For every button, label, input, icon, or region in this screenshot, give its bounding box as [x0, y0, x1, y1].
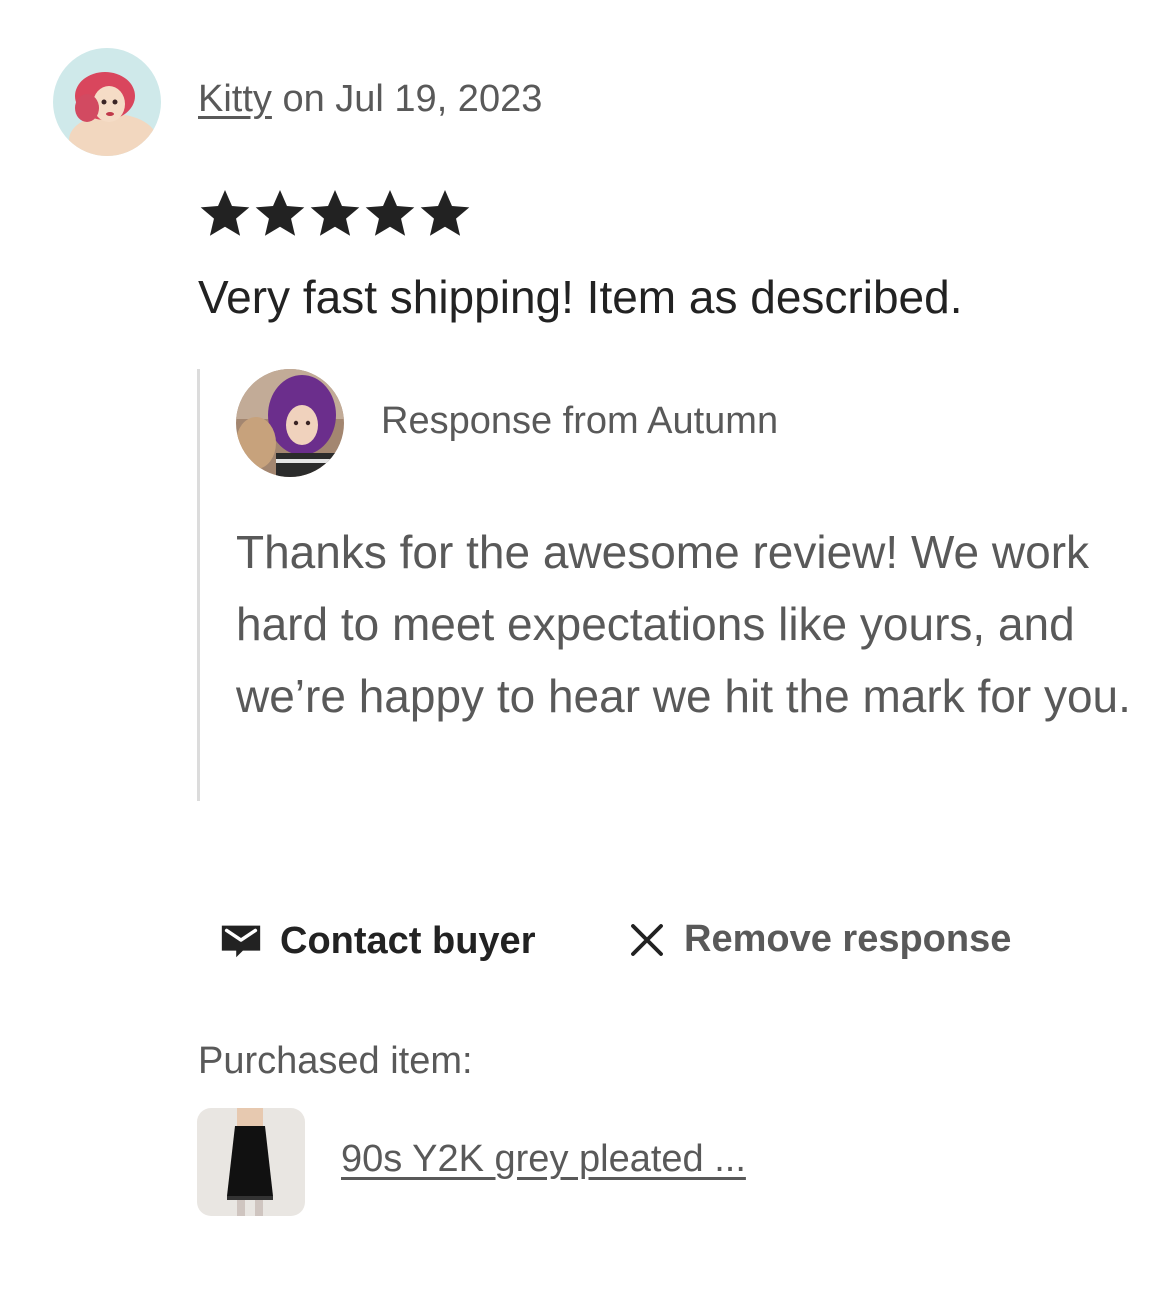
reviewer-name-link[interactable]: Kitty	[198, 78, 272, 120]
star-icon	[365, 190, 415, 236]
response-from-label: Response from Autumn	[381, 400, 779, 442]
close-icon	[631, 923, 663, 956]
review-header: Kitty on Jul 19, 2023	[198, 78, 542, 121]
review-date: on Jul 19, 2023	[271, 78, 543, 120]
purchased-item-thumbnail[interactable]	[197, 1108, 305, 1216]
purchased-item-label: Purchased item:	[198, 1040, 473, 1082]
remove-response-label: Remove response	[684, 918, 1012, 960]
star-icon	[255, 190, 305, 236]
remove-response-button[interactable]: Remove response	[626, 918, 1011, 961]
seller-avatar	[236, 369, 344, 477]
envelope-icon	[221, 925, 261, 958]
contact-buyer-label: Contact buyer	[280, 919, 536, 962]
response-text: Thanks for the awesome review! We work h…	[236, 526, 1131, 722]
purchased-item-link[interactable]: 90s Y2K grey pleated ...	[341, 1138, 746, 1181]
star-icon	[420, 190, 470, 236]
review-text: Very fast shipping! Item as described.	[198, 271, 963, 323]
contact-buyer-button[interactable]: Contact buyer	[218, 918, 535, 964]
star-rating	[198, 186, 472, 240]
reviewer-avatar[interactable]	[53, 48, 161, 156]
star-icon	[200, 190, 250, 236]
star-icon	[310, 190, 360, 236]
